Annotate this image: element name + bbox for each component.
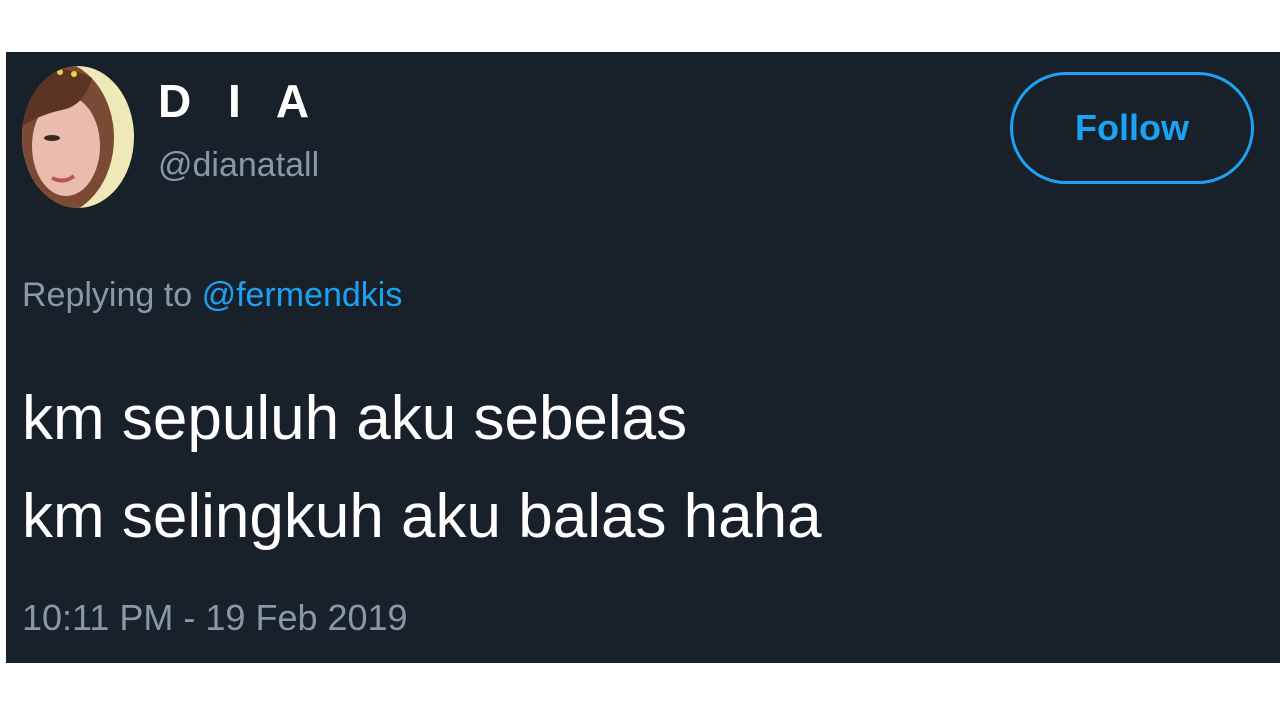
- tweet-text-line: km selingkuh aku balas haha: [22, 482, 822, 551]
- replying-to-label: Replying to: [22, 276, 193, 314]
- follow-button[interactable]: Follow: [1010, 72, 1254, 184]
- tweet-text-line: km sepuluh aku sebelas: [22, 384, 688, 453]
- reply-mention-link[interactable]: @fermendkis: [202, 276, 403, 314]
- avatar[interactable]: [22, 66, 134, 208]
- user-handle[interactable]: @dianatall: [158, 148, 319, 182]
- replying-to: Replying to @fermendkis: [22, 278, 402, 312]
- profile-photo-icon: [22, 66, 134, 208]
- tweet-text: km sepuluh aku sebelas km selingkuh aku …: [22, 370, 822, 566]
- display-name[interactable]: D I A: [158, 78, 321, 124]
- tweet-card: D I A @dianatall Follow Replying to @fer…: [6, 52, 1280, 663]
- tweet-timestamp[interactable]: 10:11 PM - 19 Feb 2019: [22, 600, 408, 636]
